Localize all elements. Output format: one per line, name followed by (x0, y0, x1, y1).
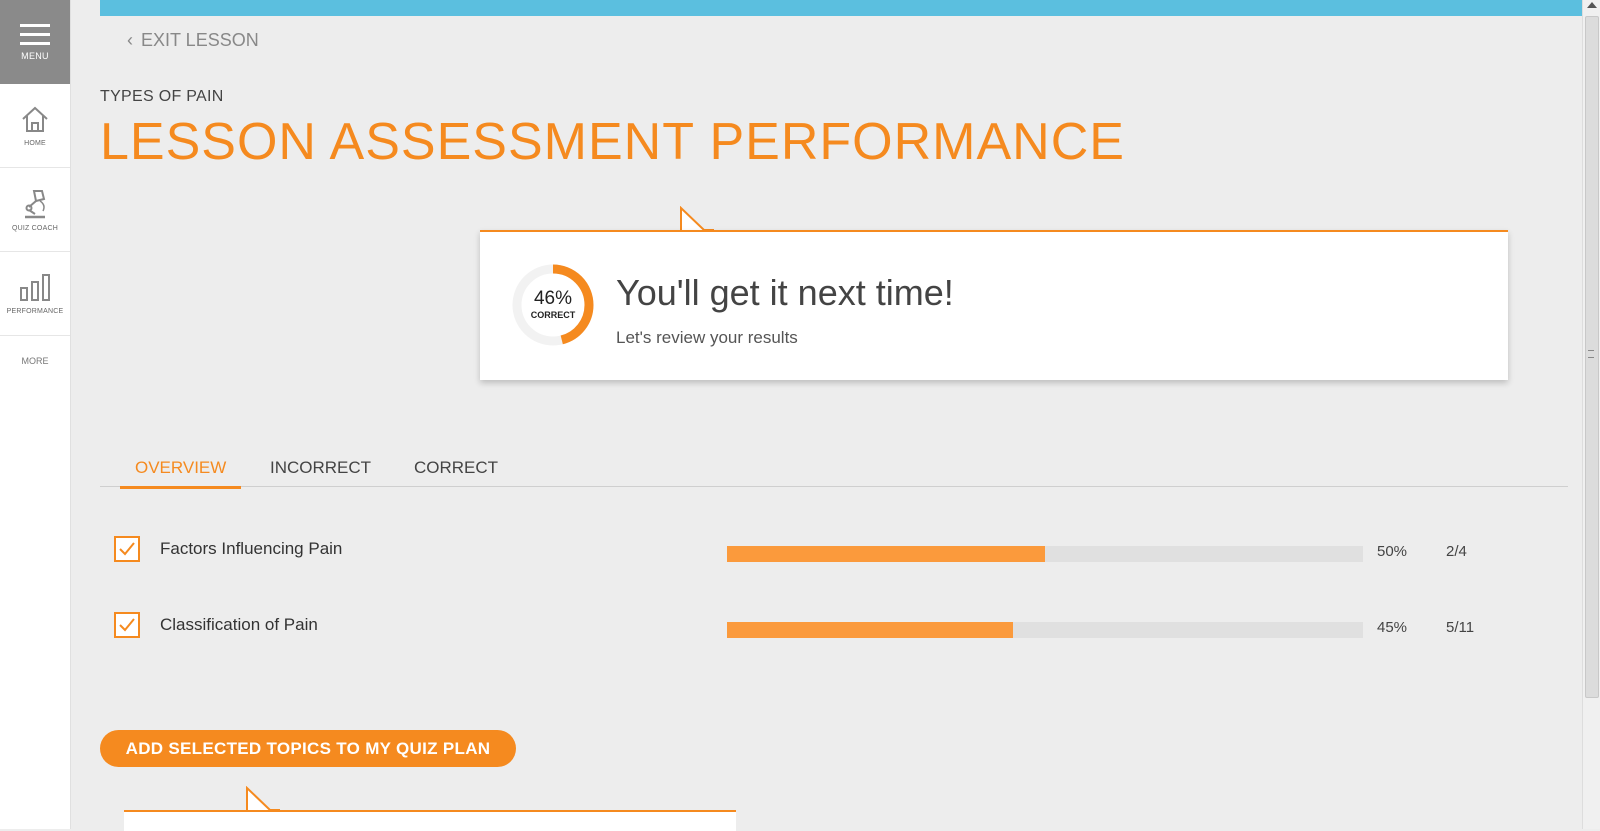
topic-progress-bar (727, 622, 1363, 638)
sidebar-item-performance[interactable]: PERFORMANCE (0, 252, 70, 336)
topic-percent: 45% (1377, 619, 1408, 636)
topic-percent: 50% (1377, 543, 1408, 560)
quiz-coach-icon (25, 190, 46, 219)
scroll-up-arrow-icon[interactable] (1587, 2, 1597, 8)
sidebar-item-label: QUIZ COACH (12, 225, 58, 232)
exit-lesson-label: EXIT LESSON (141, 30, 259, 50)
tab-incorrect[interactable]: INCORRECT (270, 458, 371, 486)
menu-label: MENU (21, 51, 49, 61)
sidebar-more[interactable]: MORE (0, 336, 70, 386)
sidebar-item-label: HOME (24, 140, 46, 147)
top-accent-bar (100, 0, 1583, 16)
score-label: CORRECT (530, 310, 576, 320)
menu-button[interactable]: MENU (0, 0, 70, 84)
topic-ratio: 5/11 (1446, 619, 1475, 636)
sidebar-item-quiz-coach[interactable]: QUIZ COACH (0, 168, 70, 252)
tab-overview[interactable]: OVERVIEW (120, 458, 242, 489)
topic-progress-fill (727, 546, 1045, 562)
scrollbar-grip-icon (1588, 350, 1594, 358)
score-percent: 46% (533, 288, 573, 309)
lesson-subtitle: TYPES OF PAIN (100, 88, 224, 105)
exit-lesson-link[interactable]: ‹ EXIT LESSON (127, 30, 259, 51)
results-tabs: OVERVIEW INCORRECT CORRECT (100, 440, 1568, 489)
topic-row: Classification of Pain 45% 5/11 (114, 612, 1494, 644)
result-headline: You'll get it next time! (616, 272, 954, 313)
tab-correct[interactable]: CORRECT (414, 458, 498, 486)
card-pointer (246, 786, 280, 812)
checkmark-icon (119, 618, 135, 632)
sidebar-item-home[interactable]: HOME (0, 84, 70, 168)
card-pointer (680, 206, 714, 232)
sidebar: MENU HOME QUIZ COACH PERFORMANCE MORE (0, 0, 71, 829)
performance-icon (20, 274, 50, 301)
topic-progress-fill (727, 622, 1014, 638)
secondary-card (124, 810, 736, 831)
sidebar-item-label: PERFORMANCE (6, 308, 64, 315)
topic-checkbox[interactable] (114, 536, 140, 562)
topic-name: Classification of Pain (160, 615, 318, 634)
topic-ratio: 2/4 (1446, 543, 1467, 560)
checkmark-icon (119, 542, 135, 556)
scrollbar[interactable] (1582, 0, 1600, 829)
topic-name: Factors Influencing Pain (160, 539, 343, 558)
topic-row: Factors Influencing Pain 50% 2/4 (114, 536, 1494, 568)
hamburger-icon (20, 24, 50, 45)
topic-progress-bar (727, 546, 1363, 562)
page-title: LESSON ASSESSMENT PERFORMANCE (100, 113, 1125, 171)
topic-checkbox[interactable] (114, 612, 140, 638)
add-topics-to-quiz-plan-button[interactable]: ADD SELECTED TOPICS TO MY QUIZ PLAN (100, 730, 516, 767)
result-subline: Let's review your results (616, 328, 798, 347)
home-icon (22, 106, 48, 132)
chevron-left-icon: ‹ (127, 30, 133, 50)
